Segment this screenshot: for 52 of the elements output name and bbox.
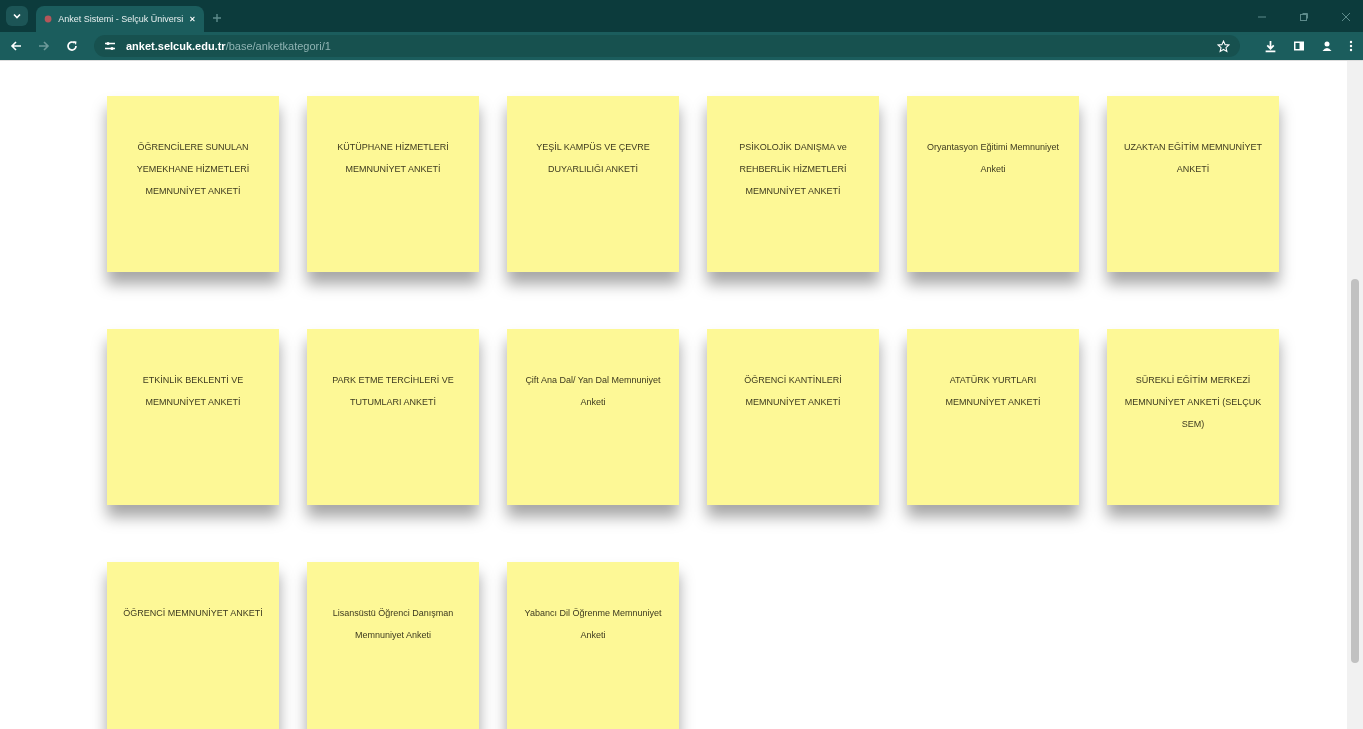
survey-title: Yabancı Dil Öğrenme Memnuniyet Anketi (524, 608, 662, 640)
profile-icon[interactable] (1321, 40, 1333, 52)
survey-title: KÜTÜPHANE HİZMETLERİ MEMNUNİYET ANKETİ (337, 142, 449, 174)
browser-tab[interactable]: Anket Sistemi - Selçuk Üniversi (36, 6, 204, 32)
back-icon[interactable] (10, 40, 22, 52)
menu-icon[interactable] (1349, 40, 1353, 52)
close-icon[interactable] (189, 14, 196, 24)
star-icon[interactable] (1217, 39, 1230, 53)
survey-card[interactable]: ATATÜRK YURTLARI MEMNUNİYET ANKETİ (907, 329, 1079, 505)
forward-icon[interactable] (38, 40, 50, 52)
restore-icon[interactable] (1299, 12, 1309, 22)
survey-card[interactable]: YEŞİL KAMPÜS VE ÇEVRE DUYARLILIĞI ANKETİ (507, 96, 679, 272)
survey-card[interactable]: ÖĞRENCİ KANTİNLERİ MEMNUNİYET ANKETİ (707, 329, 879, 505)
survey-title: YEŞİL KAMPÜS VE ÇEVRE DUYARLILIĞI ANKETİ (536, 142, 650, 174)
survey-title: ÖĞRENCİLERE SUNULAN YEMEKHANE HİZMETLERİ MEMNUNİYET ANKETİ (136, 142, 250, 196)
survey-card[interactable]: Lisansüstü Öğrenci Danışman Memnuniyet Anketi (307, 562, 479, 729)
survey-title: ÖĞRENCİ KANTİNLERİ MEMNUNİYET ANKETİ (744, 375, 842, 407)
survey-card[interactable]: Çift Ana Dal/ Yan Dal Memnuniyet Anketi (507, 329, 679, 505)
tab-search-button[interactable] (6, 6, 28, 26)
survey-title: Çift Ana Dal/ Yan Dal Memnuniyet Anketi (525, 375, 661, 407)
survey-card[interactable]: SÜREKLİ EĞİTİM MERKEZİ MEMNUNİYET ANKETİ (SELÇUK SEM) (1107, 329, 1279, 505)
survey-card[interactable]: Oryantasyon Eğitimi Memnuniyet Anketi (907, 96, 1079, 272)
survey-title: SÜREKLİ EĞİTİM MERKEZİ MEMNUNİYET ANKETİ (SELÇUK SEM) (1124, 375, 1262, 429)
survey-card[interactable]: PARK ETME TERCİHLERİ VE TUTUMLARI ANKETİ (307, 329, 479, 505)
survey-title: PARK ETME TERCİHLERİ VE TUTUMLARI ANKETİ (332, 375, 454, 407)
site-settings-icon[interactable] (104, 40, 116, 52)
survey-card[interactable]: PSİKOLOJİK DANIŞMA ve REHBERLİK HİZMETLERİ MEMNUNİYET ANKETİ (707, 96, 879, 272)
survey-title: PSİKOLOJİK DANIŞMA ve REHBERLİK HİZMETLERİ MEMNUNİYET ANKETİ (739, 142, 847, 196)
address-bar[interactable]: anket.selcuk.edu.tr/base/anketkategori/1 (94, 35, 1240, 57)
survey-title: Oryantasyon Eğitimi Memnuniyet Anketi (926, 142, 1060, 174)
survey-card[interactable]: ÖĞRENCİLERE SUNULAN YEMEKHANE HİZMETLERİ MEMNUNİYET ANKETİ (107, 96, 279, 272)
survey-card[interactable]: Yabancı Dil Öğrenme Memnuniyet Anketi (507, 562, 679, 729)
survey-card[interactable]: ÖĞRENCİ MEMNUNİYET ANKETİ (107, 562, 279, 729)
survey-title: ETKİNLİK BEKLENTİ VE MEMNUNİYET ANKETİ (142, 375, 244, 407)
chevron-down-icon (12, 11, 22, 21)
url-text: anket.selcuk.edu.tr/base/anketkategori/1 (126, 40, 331, 52)
survey-title: ÖĞRENCİ MEMNUNİYET ANKETİ (123, 608, 263, 618)
survey-title: ATATÜRK YURTLARI MEMNUNİYET ANKETİ (945, 375, 1041, 407)
survey-card[interactable]: UZAKTAN EĞİTİM MEMNUNİYET ANKETİ (1107, 96, 1279, 272)
tab-title: Anket Sistemi - Selçuk Üniversi (58, 14, 184, 24)
survey-title: Lisansüstü Öğrenci Danışman Memnuniyet Anketi (332, 608, 454, 640)
survey-card[interactable]: KÜTÜPHANE HİZMETLERİ MEMNUNİYET ANKETİ (307, 96, 479, 272)
survey-title: UZAKTAN EĞİTİM MEMNUNİYET ANKETİ (1124, 142, 1262, 174)
reload-icon[interactable] (66, 40, 78, 52)
scrollbar-thumb[interactable] (1351, 279, 1359, 663)
download-icon[interactable] (1264, 39, 1277, 53)
side-panel-icon[interactable] (1293, 40, 1305, 52)
scrollbar[interactable] (1347, 61, 1363, 729)
survey-card[interactable]: ETKİNLİK BEKLENTİ VE MEMNUNİYET ANKETİ (107, 329, 279, 505)
close-icon[interactable] (1341, 12, 1351, 22)
favicon-icon (44, 13, 53, 25)
new-tab-icon[interactable] (212, 13, 222, 23)
